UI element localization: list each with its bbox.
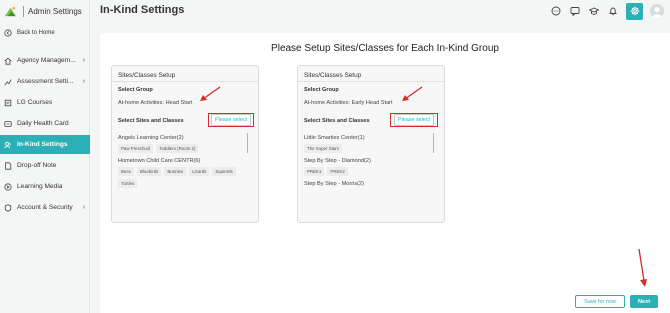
class-chip: PREK2 (327, 167, 348, 176)
main-panel: Please Setup Sites/Classes for Each In-K… (100, 33, 670, 313)
next-button[interactable]: Next (630, 295, 658, 308)
logo-icon (4, 6, 17, 16)
chevron-right-icon: › (82, 57, 85, 64)
sidebar-item-assessment-settings[interactable]: Assessment Setti... › (0, 72, 90, 91)
annotation-arrow-icon (402, 86, 423, 101)
class-chip: Paw Preschool (118, 144, 154, 153)
avatar[interactable] (650, 4, 664, 18)
sidebar-item-in-kind-settings[interactable]: In-Kind Settings (0, 135, 90, 154)
sidebar: Admin Settings Back to Home Agency Manag… (0, 0, 90, 313)
class-chip: Lizards (189, 167, 210, 176)
chat-icon[interactable] (550, 5, 562, 17)
back-to-home-link[interactable]: Back to Home (0, 23, 90, 42)
top-toolbar (543, 0, 670, 22)
home-icon (4, 57, 12, 65)
card-title: Sites/Classes Setup (304, 72, 362, 79)
class-chip: PREK1 (304, 167, 325, 176)
please-select-label: Please select (210, 114, 252, 126)
card-icon (4, 120, 12, 128)
note-icon (4, 161, 12, 170)
sidebar-item-account-security[interactable]: Account & Security › (0, 198, 90, 217)
site-name: Step By Step - Diamond(2) (304, 158, 371, 164)
save-for-now-button[interactable]: Save for now (575, 295, 625, 308)
media-icon (4, 182, 12, 191)
annotation-arrow-icon (638, 248, 647, 287)
sidebar-item-label: In-Kind Settings (17, 141, 68, 148)
shield-icon (4, 203, 12, 212)
page-title: In-Kind Settings (100, 4, 185, 16)
site-name: Little Smarties Center(1) (304, 135, 365, 141)
back-to-home-label: Back to Home (17, 29, 55, 36)
sidebar-item-label: Learning Media (17, 183, 63, 190)
select-group-label: Select Group (118, 87, 153, 93)
select-sites-label: Select Sites and Classes (118, 118, 184, 124)
sidebar-item-learning-media[interactable]: Learning Media (0, 177, 90, 196)
sidebar-item-label: LG Courses (17, 99, 53, 106)
class-chips: Bees Bluebirds Bunnies Lizards Squirrels… (118, 167, 243, 191)
sidebar-item-label: Drop-off Note (17, 162, 57, 169)
class-chips: Paw Preschool Toddlers (Room 2) (118, 144, 243, 156)
scrollbar[interactable] (247, 133, 248, 153)
chevron-right-icon: › (82, 204, 85, 211)
graduation-cap-icon[interactable] (588, 5, 600, 17)
class-chip: Bunnies (164, 167, 187, 176)
annotation-arrow-icon (200, 86, 221, 101)
book-icon (4, 99, 12, 107)
setup-heading: Please Setup Sites/Classes for Each In-K… (271, 43, 499, 54)
sidebar-item-lg-courses[interactable]: LG Courses (0, 93, 90, 112)
sidebar-item-daily-health-card[interactable]: Daily Health Card (0, 114, 90, 133)
group-value: At-home Activities: Early Head Start (304, 100, 393, 106)
select-sites-label: Select Sites and Classes (304, 118, 370, 124)
site-name: Step By Step - Morris(2) (304, 181, 364, 187)
scrollbar[interactable] (433, 133, 434, 153)
please-select-button[interactable]: Please select (208, 113, 254, 127)
sidebar-item-drop-off-note[interactable]: Drop-off Note (0, 156, 90, 175)
sidebar-item-label: Account & Security (17, 204, 73, 211)
gear-icon[interactable] (626, 2, 643, 20)
chevron-right-icon: › (82, 78, 85, 85)
class-chip: Turtles (118, 179, 138, 188)
site-name: Angels Learning Center(2) (118, 135, 184, 141)
class-chip: The Super Stars (304, 144, 342, 153)
class-chip: Toddlers (Room 2) (156, 144, 199, 153)
group-value: At-home Activities: Head Start (118, 100, 193, 106)
chart-icon (4, 78, 12, 86)
sidebar-item-label: Daily Health Card (17, 120, 69, 127)
setup-card-head-start: Sites/Classes Setup Select Group At-home… (111, 65, 259, 223)
back-icon (4, 28, 12, 37)
select-group-label: Select Group (304, 87, 339, 93)
sites-list: Angels Learning Center(2) Paw Preschool … (118, 133, 243, 223)
sites-list: Little Smarties Center(1) The Super Star… (304, 133, 429, 223)
sidebar-item-label: Agency Managem... (17, 57, 76, 64)
class-chip: Squirrels (212, 167, 236, 176)
class-chips: The Super Stars (304, 144, 429, 156)
class-chips: PREK1 PREK2 (304, 167, 429, 179)
please-select-button[interactable]: Please select (390, 113, 438, 127)
sidebar-item-label: Assessment Setti... (17, 78, 74, 85)
sidebar-item-agency-management[interactable]: Agency Managem... › (0, 51, 90, 70)
people-icon (4, 141, 12, 149)
card-title: Sites/Classes Setup (118, 72, 176, 79)
please-select-label: Please select (393, 114, 435, 126)
brand: Admin Settings (4, 3, 82, 19)
messages-icon[interactable] (569, 5, 581, 17)
site-name: Hometown Child Care CENTR(6) (118, 158, 201, 164)
bell-icon[interactable] (607, 5, 619, 17)
app-title: Admin Settings (28, 6, 82, 16)
class-chip: Bees (118, 167, 135, 176)
class-chip: Bluebirds (137, 167, 162, 176)
